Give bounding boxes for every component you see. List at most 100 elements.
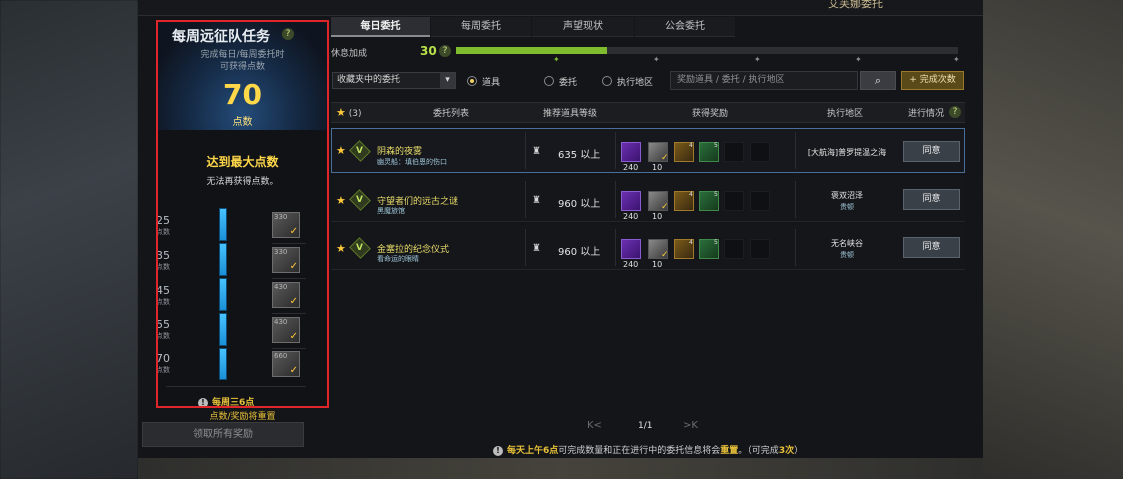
reward-count: 5	[714, 239, 718, 246]
reward-slot-empty	[724, 142, 744, 162]
weekly-points: 70	[223, 78, 262, 111]
reward-count: 240	[623, 163, 639, 172]
tick-marker-icon: ✦	[754, 55, 761, 64]
tab-reputation[interactable]: 声望现状	[532, 17, 634, 37]
tick-marker-icon: ✦	[553, 55, 560, 64]
header-region: 执行地区	[826, 109, 863, 119]
reward-purple-icon[interactable]	[621, 142, 641, 162]
reward-count: 4	[689, 239, 693, 246]
reset-count: 3次	[778, 446, 795, 456]
help-icon[interactable]: ?	[949, 106, 961, 118]
radio-item-label: 道具	[482, 78, 501, 88]
tier-points: 25	[156, 214, 170, 227]
weekly-points-unit: 点数	[232, 117, 253, 128]
pager-prev-button[interactable]: K<	[587, 420, 602, 431]
reward-count: 5	[714, 142, 718, 149]
tier-divider	[272, 313, 306, 314]
tier-reward-box[interactable]: 430 ✓	[272, 317, 300, 343]
chevron-down-icon: ▾	[440, 73, 455, 88]
reset-word: 重置	[720, 446, 739, 456]
check-icon: ✓	[661, 250, 669, 260]
search-input[interactable]: 奖励道具 / 委托 / 执行地区	[670, 71, 858, 90]
info-icon: !	[198, 397, 208, 408]
search-button[interactable]: ⌕	[860, 71, 896, 90]
column-divider	[615, 181, 616, 218]
reward-count: 240	[623, 260, 639, 269]
tier-reward-box[interactable]: 330 ✓	[272, 212, 300, 238]
accept-button[interactable]: 同意	[903, 237, 960, 258]
reset-text: 可完成数量和正在进行中的委托信息将会	[558, 446, 721, 456]
tab-weekly[interactable]: 每周委托	[431, 17, 531, 37]
tier-reward-amount: 430	[274, 283, 288, 291]
column-divider	[795, 132, 796, 169]
reward-count: 4	[689, 142, 693, 149]
accept-button[interactable]: 同意	[903, 189, 960, 210]
star-icon[interactable]: ★	[336, 242, 346, 255]
star-icon: ★	[336, 106, 346, 119]
column-divider	[615, 132, 616, 169]
item-level: 635 以上	[558, 150, 601, 161]
tier-unit: 点数	[156, 228, 170, 236]
weekly-subtitle-2: 可获得点数	[219, 62, 265, 72]
tier-unit: 点数	[156, 366, 170, 374]
column-divider	[525, 132, 526, 169]
reward-count: 240	[623, 212, 639, 221]
tier-reward-box[interactable]: 430 ✓	[272, 282, 300, 308]
radio-item[interactable]	[467, 76, 477, 86]
page-number: 1/1	[638, 421, 653, 431]
commission-subtitle: 幽灵船：填伯恩的伤口	[377, 158, 447, 166]
rest-bonus-bar	[456, 47, 958, 54]
tier-divider	[272, 348, 306, 349]
column-divider	[525, 229, 526, 266]
window-title: 艾芙娜委托	[828, 0, 883, 10]
tier-reward-box[interactable]: 330 ✓	[272, 247, 300, 273]
title-strip: 艾芙娜委托	[138, 0, 983, 16]
claim-all-button[interactable]: 领取所有奖励	[142, 422, 304, 447]
header-list: 委托列表	[432, 109, 469, 119]
reward-purple-icon[interactable]	[621, 239, 641, 259]
weekly-reset-notice: ! 每周三6点	[198, 395, 254, 408]
radio-commission[interactable]	[544, 76, 554, 86]
header-progress: 进行情况	[907, 109, 944, 119]
tier-reward-box[interactable]: 660 ✓	[272, 351, 300, 377]
rest-bonus-label: 休息加成	[331, 49, 368, 59]
radio-region[interactable]	[602, 76, 612, 86]
tier-reward-amount: 330	[274, 213, 288, 221]
commission-v-icon: V	[356, 195, 363, 205]
pager-next-button[interactable]: >K	[683, 420, 698, 431]
tier-progress-bar	[219, 208, 227, 241]
tier-progress-bar	[219, 278, 227, 311]
check-icon: ✓	[289, 365, 298, 376]
tier-progress-bar	[219, 243, 227, 276]
helmet-icon: ♜	[532, 243, 541, 254]
tier-unit: 点数	[156, 298, 170, 306]
complete-count-label: 完成次数	[919, 75, 956, 85]
column-divider	[615, 229, 616, 266]
item-level: 960 以上	[558, 247, 601, 258]
tab-daily[interactable]: 每日委托	[331, 17, 430, 37]
region-name: 褒双沼泽	[831, 191, 863, 200]
rest-bonus-value: 30	[420, 44, 437, 58]
plus-icon: +	[909, 75, 917, 85]
column-divider	[525, 181, 526, 218]
background-left	[0, 0, 138, 479]
tier-points: 55	[156, 318, 170, 331]
commission-subtitle: 黑魔旅馆	[377, 207, 405, 215]
tier-points: 70	[156, 352, 170, 365]
radio-region-label: 执行地区	[617, 78, 654, 88]
reward-slot-empty	[750, 142, 770, 162]
tier-progress-bar	[219, 313, 227, 346]
help-icon[interactable]: ?	[282, 28, 294, 40]
star-icon[interactable]: ★	[336, 194, 346, 207]
star-icon[interactable]: ★	[336, 144, 346, 157]
favorite-count[interactable]: ★ (3)	[336, 106, 362, 119]
reward-purple-icon[interactable]	[621, 191, 641, 211]
commission-title: 阴森的夜雾	[377, 147, 423, 157]
help-icon[interactable]: ?	[439, 45, 451, 57]
region-name: [大航海]普罗提温之海	[807, 148, 887, 157]
accept-button[interactable]: 同意	[903, 141, 960, 162]
complete-count-button[interactable]: + 完成次数	[901, 71, 964, 90]
favorites-select[interactable]: 收藏夹中的委托 ▾	[332, 72, 456, 89]
tab-guild[interactable]: 公会委托	[635, 17, 735, 37]
favorites-select-value: 收藏夹中的委托	[337, 75, 401, 85]
